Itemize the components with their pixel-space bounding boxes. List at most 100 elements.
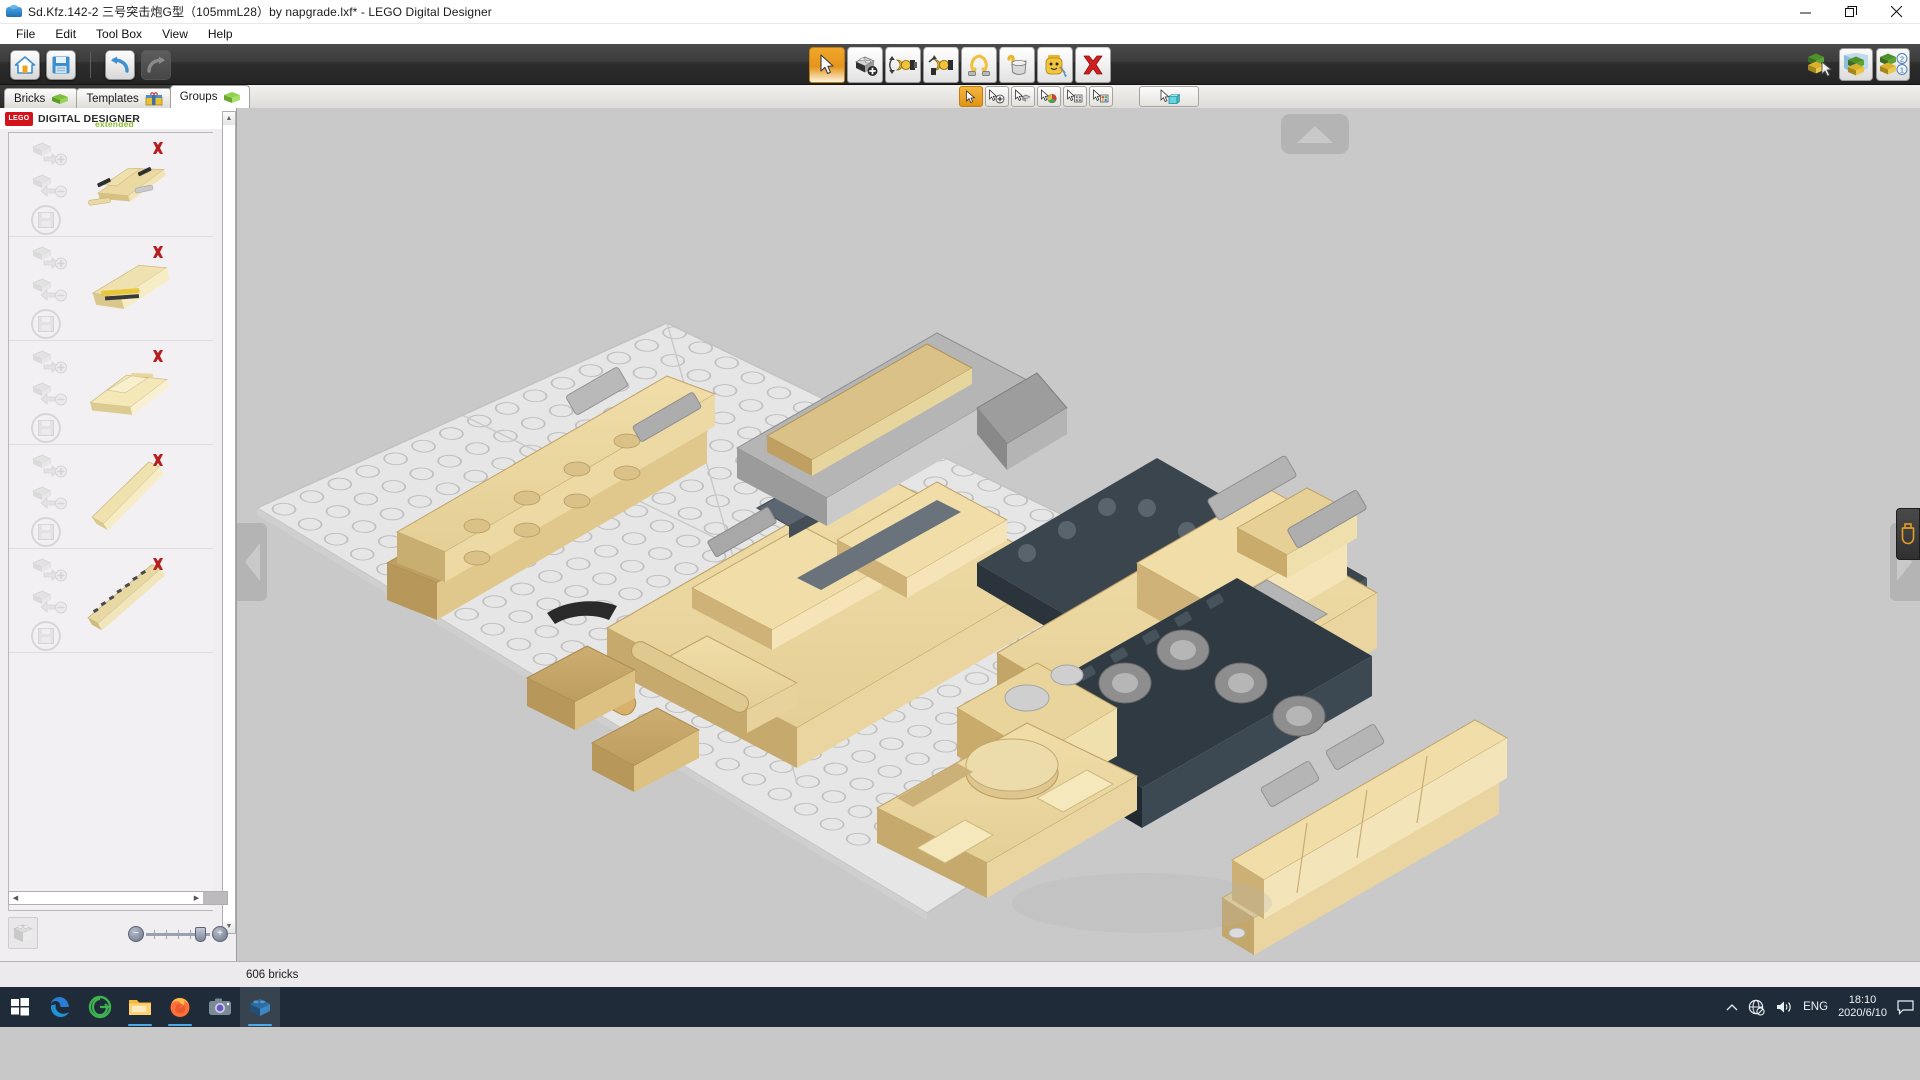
close-icon[interactable] xyxy=(1874,0,1920,24)
taskbar-file-explorer[interactable] xyxy=(120,987,160,1027)
minimize-icon[interactable] xyxy=(1782,0,1828,24)
group-row-actions xyxy=(31,557,67,651)
home-button[interactable] xyxy=(10,49,40,80)
save-group-icon[interactable] xyxy=(31,621,61,651)
save-group-icon[interactable] xyxy=(31,413,61,443)
rotate-left-arrow[interactable] xyxy=(237,523,267,601)
menu-tool-box[interactable]: Tool Box xyxy=(86,25,152,43)
taskbar-firefox[interactable] xyxy=(160,987,200,1027)
add-to-group-icon[interactable] xyxy=(31,557,67,583)
thumbnail-zoom-slider[interactable]: − + xyxy=(128,925,228,943)
save-group-icon[interactable] xyxy=(31,309,61,339)
zoom-slider-track[interactable] xyxy=(146,926,210,942)
main-area: LEGO DIGITAL DESIGNER extended ▲ ▼ ◀ ▶ −… xyxy=(0,108,1920,961)
delete-group-icon[interactable] xyxy=(151,349,165,363)
windows-taskbar: ENG 18:10 2020/6/10 xyxy=(0,987,1920,1027)
group-row-actions xyxy=(31,349,67,443)
menu-help[interactable]: Help xyxy=(198,25,243,43)
groups-panel: LEGO DIGITAL DESIGNER extended ▲ ▼ ◀ ▶ −… xyxy=(0,108,237,961)
flex-tool[interactable] xyxy=(923,47,959,83)
delete-group-icon[interactable] xyxy=(151,557,165,571)
undo-button[interactable] xyxy=(105,49,135,80)
tab-bricks[interactable]: Bricks xyxy=(4,88,79,108)
taskbar-lego-digital-designer[interactable] xyxy=(240,987,280,1027)
toolbar-left-group xyxy=(0,44,171,85)
taskbar-edge[interactable] xyxy=(40,987,80,1027)
save-button[interactable] xyxy=(46,49,76,80)
build-mode-button[interactable] xyxy=(1802,48,1836,81)
selection-subtoolbar xyxy=(237,85,1920,108)
clone-tool[interactable] xyxy=(847,47,883,83)
taskbar-360-browser[interactable] xyxy=(80,987,120,1027)
save-group-icon[interactable] xyxy=(31,517,61,547)
rotate-up-arrow[interactable] xyxy=(1281,114,1349,154)
scroll-up-icon[interactable]: ▲ xyxy=(223,112,235,125)
view-mode-button[interactable] xyxy=(1839,48,1873,81)
remove-from-group-icon[interactable] xyxy=(31,381,67,407)
tab-groups[interactable]: Groups xyxy=(169,85,251,108)
tab-templates[interactable]: Templates xyxy=(76,88,172,108)
group-row[interactable] xyxy=(9,237,213,341)
building-guide-mode-button[interactable]: 2 1 xyxy=(1876,48,1910,81)
speaker-icon[interactable] xyxy=(1775,999,1793,1015)
maximize-icon[interactable] xyxy=(1828,0,1874,24)
group-list[interactable] xyxy=(8,132,213,911)
group-row[interactable] xyxy=(9,445,213,549)
windows-start-icon[interactable] xyxy=(0,987,40,1027)
menu-file[interactable]: File xyxy=(6,25,45,43)
group-list-vertical-scrollbar[interactable]: ▲ ▼ xyxy=(222,111,236,934)
brick-preview-icon xyxy=(8,917,38,949)
lego-brick-icon xyxy=(6,4,22,19)
delete-group-icon[interactable] xyxy=(151,453,165,467)
3d-viewport[interactable] xyxy=(237,108,1920,961)
notification-icon[interactable] xyxy=(1897,999,1914,1015)
select-single-tool[interactable] xyxy=(958,86,983,107)
group-row[interactable] xyxy=(9,549,213,653)
network-disconnected-icon[interactable] xyxy=(1748,999,1765,1016)
delete-group-icon[interactable] xyxy=(151,141,165,155)
remove-from-group-icon[interactable] xyxy=(31,589,67,615)
delete-tool[interactable] xyxy=(1075,47,1111,83)
scroll-right-icon[interactable]: ▶ xyxy=(190,892,203,904)
group-row[interactable] xyxy=(9,133,213,237)
group-row[interactable] xyxy=(9,341,213,445)
select-tool[interactable] xyxy=(809,47,845,83)
scroll-left-icon[interactable]: ◀ xyxy=(9,892,22,904)
chevron-up-icon[interactable] xyxy=(1726,1003,1738,1012)
zoom-in-icon[interactable]: + xyxy=(212,926,228,942)
taskbar-camera[interactable] xyxy=(200,987,240,1027)
add-to-group-icon[interactable] xyxy=(31,453,67,479)
select-all-tool[interactable] xyxy=(1138,86,1199,107)
remove-from-group-icon[interactable] xyxy=(31,173,67,199)
scroll-track-horizontal[interactable] xyxy=(22,892,190,904)
usb-drive-icon[interactable] xyxy=(1896,508,1920,560)
group-list-horizontal-scrollbar[interactable]: ◀ ▶ xyxy=(8,891,228,905)
hinge-tool[interactable] xyxy=(885,47,921,83)
select-same-shape-tool[interactable] xyxy=(1010,86,1035,107)
remove-from-group-icon[interactable] xyxy=(31,277,67,303)
add-to-group-icon[interactable] xyxy=(31,141,67,167)
zoom-slider-knob[interactable] xyxy=(194,926,206,942)
decorate-tool[interactable] xyxy=(1037,47,1073,83)
add-to-group-icon[interactable] xyxy=(31,245,67,271)
save-group-icon[interactable] xyxy=(31,205,61,235)
scroll-track[interactable] xyxy=(223,125,235,920)
select-same-shape-color-tool[interactable] xyxy=(1062,86,1087,107)
select-connected-tool[interactable] xyxy=(1088,86,1113,107)
menubar: File Edit Tool Box View Help xyxy=(0,24,1920,44)
hinge-align-tool[interactable] xyxy=(961,47,997,83)
add-to-group-icon[interactable] xyxy=(31,349,67,375)
select-same-color-tool[interactable] xyxy=(1036,86,1061,107)
group-row-actions xyxy=(31,245,67,339)
menu-view[interactable]: View xyxy=(152,25,198,43)
language-indicator[interactable]: ENG xyxy=(1803,1001,1828,1013)
remove-from-group-icon[interactable] xyxy=(31,485,67,511)
select-add-tool[interactable] xyxy=(984,86,1009,107)
paint-tool[interactable] xyxy=(999,47,1035,83)
tab-templates-label: Templates xyxy=(86,92,139,105)
delete-group-icon[interactable] xyxy=(151,245,165,259)
zoom-out-icon[interactable]: − xyxy=(128,926,144,942)
clock[interactable]: 18:10 2020/6/10 xyxy=(1838,994,1887,1020)
lego-model-scene[interactable] xyxy=(237,108,1920,961)
menu-edit[interactable]: Edit xyxy=(45,25,86,43)
